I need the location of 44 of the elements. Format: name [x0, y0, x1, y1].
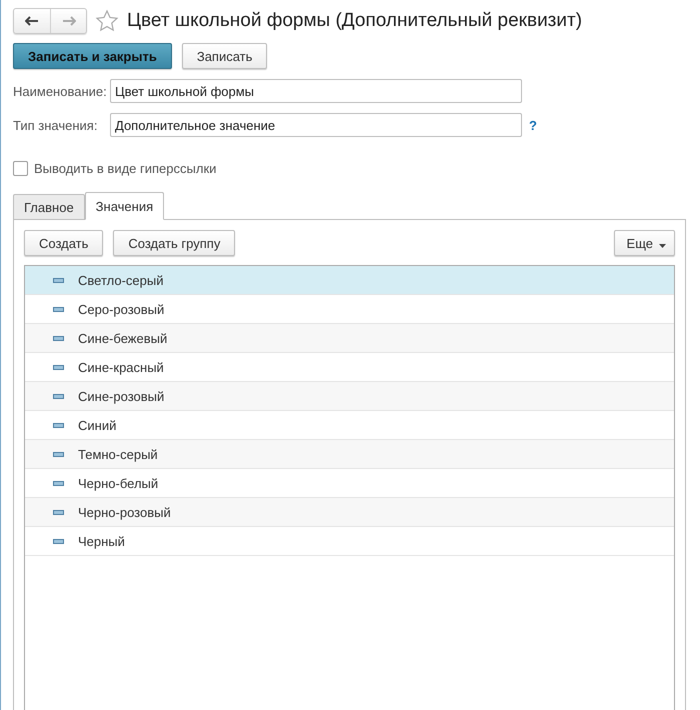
item-icon [53, 452, 64, 456]
save-button[interactable]: Записать [182, 43, 268, 69]
value-name: Темно-серый [78, 446, 158, 462]
list-row[interactable]: Темно-серый [25, 440, 674, 469]
value-name: Черно-белый [78, 476, 158, 490]
create-group-button[interactable]: Создать группу [113, 230, 236, 256]
item-icon [53, 306, 64, 312]
list-row[interactable]: Сине-бежевый [25, 324, 674, 353]
value-name: Сине-красный [78, 360, 164, 374]
value-name: Синий [78, 418, 116, 432]
star-icon[interactable] [95, 9, 119, 33]
list-row[interactable]: Сине-розовый [25, 382, 674, 411]
value-name: Черно-розовый [78, 504, 171, 520]
input-field[interactable]: Дополнительное значение [110, 113, 522, 137]
more-button[interactable]: Еще [614, 230, 675, 256]
item-icon [53, 278, 64, 282]
item-icon [53, 336, 64, 340]
field-label: Тип значения: [13, 118, 98, 132]
list-row[interactable]: Светло-серый [25, 266, 674, 295]
checkbox[interactable] [13, 161, 28, 176]
item-icon [53, 480, 64, 486]
value-name: Серо-розовый [78, 302, 164, 316]
value-name: Сине-бежевый [78, 330, 168, 346]
item-icon [53, 422, 64, 428]
list-row[interactable]: Черно-розовый [25, 498, 674, 527]
value-name: Сине-розовый [78, 388, 164, 404]
caret-icon [659, 244, 666, 248]
right-arrow-icon [62, 16, 76, 26]
item-icon [53, 394, 64, 398]
field-label: Наименование: [13, 84, 108, 98]
item-icon [53, 538, 64, 544]
create-button[interactable]: Создать [24, 230, 104, 256]
tab[interactable]: Значения [84, 192, 164, 220]
input-field[interactable]: Цвет школьной формы [110, 79, 522, 103]
item-icon [53, 364, 64, 370]
tab[interactable]: Главное [13, 194, 85, 220]
save-and-close-button[interactable]: Записать и закрыть [13, 43, 172, 69]
checkbox-label: Выводить в виде гиперссылки [34, 161, 216, 176]
value-name: Светло-серый [78, 272, 164, 288]
help-link[interactable]: ? [529, 118, 537, 132]
value-name: Черный [78, 534, 125, 548]
window-title: Цвет школьной формы (Дополнительный реквизит) [127, 10, 582, 32]
item-icon [53, 510, 64, 514]
left-arrow-icon [25, 16, 39, 26]
